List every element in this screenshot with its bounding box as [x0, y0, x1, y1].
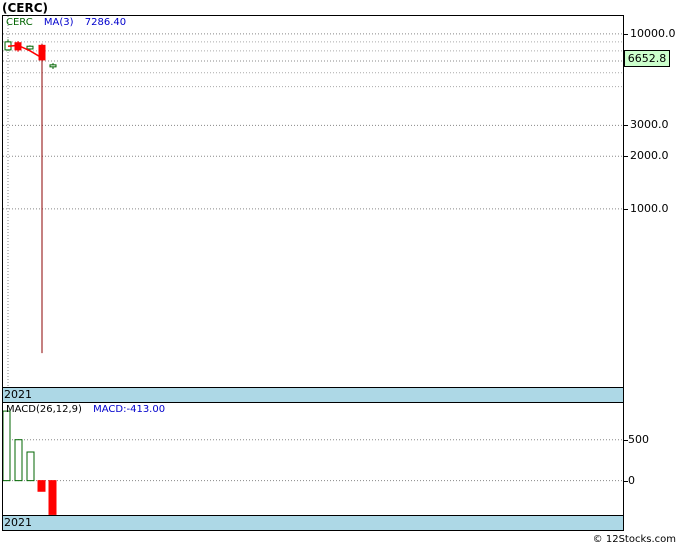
macd-year-strip: 2021	[3, 515, 623, 530]
price-axis-tickmark	[623, 208, 628, 210]
macd-bar	[48, 480, 57, 515]
macd-params: MACD(26,12,9)	[6, 404, 82, 415]
legend-ma-value: 7286.40	[84, 17, 127, 28]
macd-axis-tick: 500	[628, 432, 649, 446]
macd-chart	[3, 410, 623, 515]
price-axis-tickmark	[623, 125, 628, 127]
macd-legend: MACD(26,12,9) MACD:-413.00	[6, 404, 165, 415]
price-year-label: 2021	[4, 388, 32, 401]
macd-bar	[3, 410, 11, 482]
macd-panel: MACD(26,12,9) MACD:-413.00 2021	[2, 402, 624, 531]
price-axis-tick: 10000.0	[630, 26, 676, 40]
macd-bar	[26, 451, 35, 482]
macd-year-label: 2021	[4, 516, 32, 529]
macd-axis-tick: 0	[628, 473, 635, 487]
macd-axis-tickmark	[623, 439, 628, 441]
price-year-strip: 2021	[3, 387, 623, 402]
last-price-box: 6652.8	[624, 50, 670, 67]
footer-copyright: © 12Stocks.com	[592, 534, 676, 545]
ma-line	[7, 44, 43, 59]
candle-body	[26, 45, 34, 50]
price-legend: CERC MA(3) 7286.40	[6, 17, 126, 28]
legend-symbol: CERC	[6, 17, 33, 28]
macd-value: MACD:-413.00	[93, 404, 166, 415]
price-axis-tick: 2000.0	[630, 149, 669, 163]
price-axis-tick: 3000.0	[630, 118, 669, 132]
candle-body	[49, 64, 57, 68]
legend-ma-label: MA(3)	[43, 17, 74, 28]
macd-axis-tickmark	[623, 480, 628, 482]
macd-bar	[37, 480, 46, 492]
macd-bar	[14, 439, 23, 482]
price-axis-tick: 1000.0	[630, 201, 669, 215]
price-chart	[3, 16, 623, 387]
chart-title: (CERC)	[2, 1, 49, 15]
price-axis-tickmark	[623, 156, 628, 158]
price-axis-tickmark	[623, 33, 628, 35]
price-panel: CERC MA(3) 7286.40 2021	[2, 15, 624, 403]
